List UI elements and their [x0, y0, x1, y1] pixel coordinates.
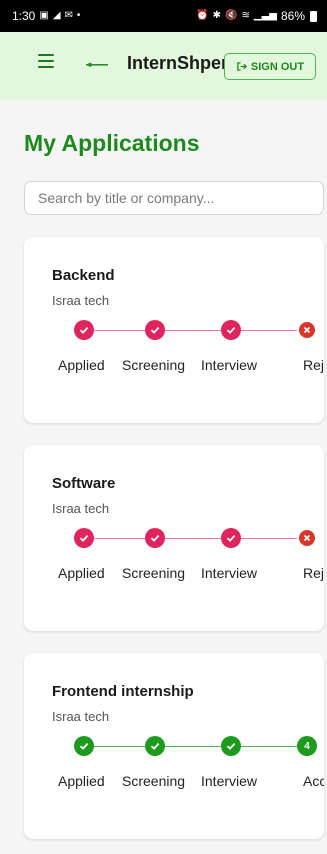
application-title: Frontend internship: [52, 683, 194, 700]
progress-connector: [94, 538, 145, 539]
close-icon: [303, 326, 311, 334]
check-icon: [79, 326, 89, 334]
step-label: Screening: [122, 565, 186, 581]
progress-connector: [165, 330, 221, 331]
application-card[interactable]: Frontend internship Israa tech Applied Scre…: [24, 653, 324, 839]
check-icon: [226, 326, 236, 334]
progress-connector: [94, 746, 145, 747]
more-notifications-icon: •: [76, 10, 81, 21]
progress-connector: [241, 330, 297, 331]
menu-icon-line: [38, 60, 54, 62]
menu-icon: [38, 54, 54, 56]
step-status-rejected: [299, 322, 315, 338]
progress-connector: [165, 538, 221, 539]
battery-icon: [310, 10, 317, 22]
status-bar: 1:30 ▣ ◢ ✉ • ⏰ ✱ 🔇 ≋ ▁▃▅ 86%: [0, 0, 327, 32]
step-status-screening: [145, 736, 165, 756]
progress-connector: [165, 746, 221, 747]
status-left: 1:30 ▣ ◢ ✉ •: [12, 9, 80, 23]
check-icon: [150, 742, 160, 750]
progress-connector: [241, 746, 297, 747]
check-icon: [150, 534, 160, 542]
check-icon: [226, 534, 236, 542]
step-label: Applied: [58, 773, 105, 789]
gallery-notification-icon: ▣: [39, 10, 49, 21]
step-number: 4: [304, 740, 310, 752]
step-status-accepted: 4: [297, 736, 317, 756]
step-label: Rejected: [303, 357, 324, 373]
step-label: Screening: [122, 357, 186, 373]
application-company: Israa tech: [52, 501, 110, 516]
step-label: Applied: [58, 565, 105, 581]
step-label: Accepted: [303, 773, 324, 789]
telegram-notification-icon: ◢: [52, 10, 61, 21]
mute-icon: 🔇: [225, 10, 238, 21]
step-status-applied: [74, 736, 94, 756]
step-label: Applied: [58, 357, 105, 373]
application-title: Backend: [52, 267, 115, 284]
search-input[interactable]: [24, 181, 324, 215]
step-status-interview: [221, 320, 241, 340]
signal-icon: ▁▃▅: [253, 10, 277, 21]
menu-button[interactable]: [38, 54, 54, 68]
check-icon: [226, 742, 236, 750]
application-title: Software: [52, 475, 116, 492]
status-right: ⏰ ✱ 🔇 ≋ ▁▃▅ 86%: [196, 9, 317, 23]
battery-percent: 86%: [280, 9, 305, 23]
step-status-applied: [74, 528, 94, 548]
brand-logo-icon: [86, 62, 108, 67]
progress-connector: [94, 330, 145, 331]
application-card[interactable]: Backend Israa tech Applied Screening Intervi…: [24, 237, 324, 423]
alarm-icon: ⏰: [196, 10, 209, 21]
menu-icon-line: [38, 66, 54, 68]
bluetooth-icon: ✱: [212, 10, 222, 21]
application-company: Israa tech: [52, 709, 110, 724]
application-company: Israa tech: [52, 293, 110, 308]
progress-connector: [241, 538, 297, 539]
page-title: My Applications: [24, 130, 200, 156]
step-status-screening: [145, 320, 165, 340]
sign-out-label: SIGN OUT: [250, 60, 305, 73]
step-status-screening: [145, 528, 165, 548]
step-label: Interview: [201, 357, 258, 373]
sign-out-button[interactable]: SIGN OUT: [224, 53, 316, 80]
check-icon: [79, 534, 89, 542]
app-header: InternShpere SIGN OUT: [0, 32, 327, 100]
step-status-interview: [221, 528, 241, 548]
step-status-applied: [74, 320, 94, 340]
step-label: Interview: [201, 773, 258, 789]
step-label: Interview: [201, 565, 258, 581]
step-label: Rejected: [303, 565, 324, 581]
step-status-interview: [221, 736, 241, 756]
check-icon: [150, 326, 160, 334]
application-card[interactable]: Software Israa tech Applied Screening Interv…: [24, 445, 324, 631]
app-title: InternShpere: [127, 53, 239, 73]
check-icon: [79, 742, 89, 750]
step-status-rejected: [299, 530, 315, 546]
close-icon: [303, 534, 311, 542]
wifi-icon: ≋: [241, 10, 250, 21]
gmail-notification-icon: ✉: [64, 10, 73, 21]
status-time: 1:30: [12, 9, 36, 23]
step-label: Screening: [122, 773, 186, 789]
logout-icon: [237, 62, 247, 71]
